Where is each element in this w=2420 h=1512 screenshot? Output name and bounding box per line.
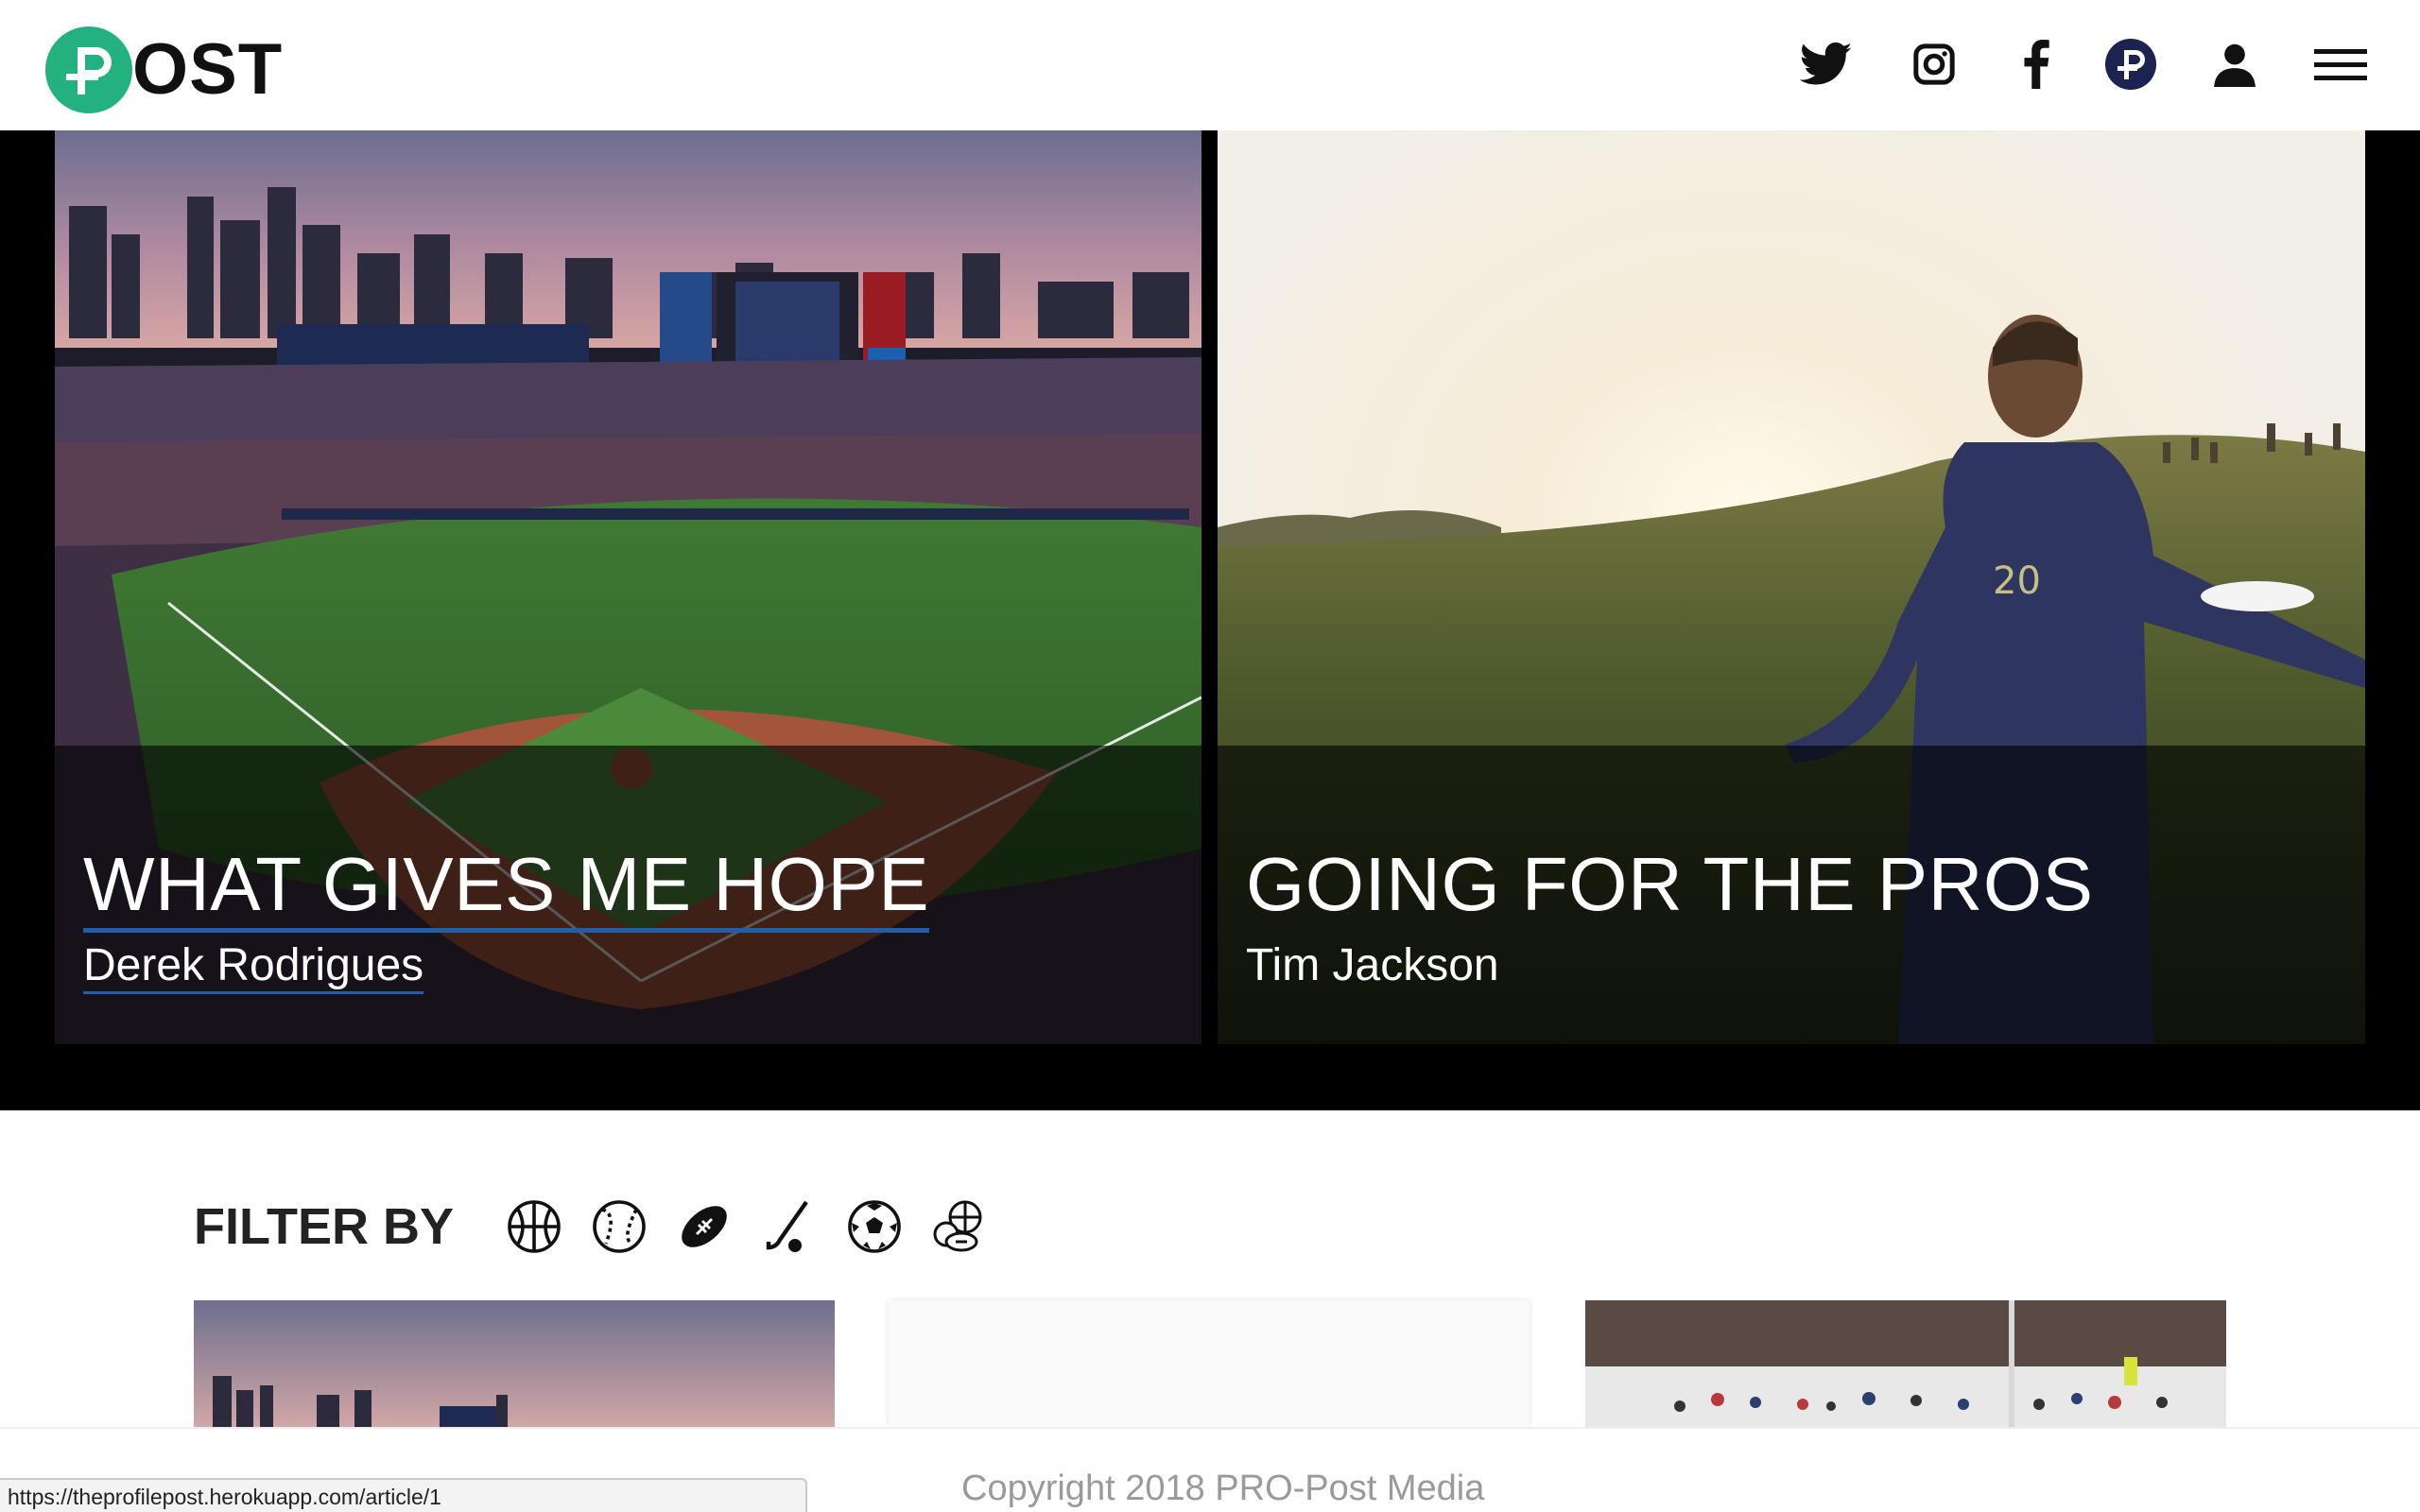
soccer-icon[interactable] (845, 1197, 904, 1256)
article-author-link[interactable]: Derek Rodrigues (83, 939, 424, 994)
featured-article-card[interactable]: WHAT GIVES ME HOPE Derek Rodrigues (55, 130, 1201, 1044)
site-header: OST (0, 0, 2420, 130)
football-icon[interactable] (675, 1197, 734, 1256)
article-thumbnail[interactable] (889, 1300, 1530, 1427)
article-title-link[interactable]: WHAT GIVES ME HOPE (83, 841, 930, 933)
basketball-icon[interactable] (505, 1197, 563, 1256)
post-logo-badge-icon (45, 26, 132, 113)
site-logo[interactable]: OST (45, 26, 283, 113)
article-author-link[interactable]: Tim Jackson (1246, 939, 1499, 991)
sport-filter: FILTER BY (194, 1193, 989, 1261)
menu-icon[interactable] (2312, 36, 2369, 93)
crowd-thumbnail-image (1585, 1300, 2226, 1427)
all-sports-icon[interactable] (930, 1197, 989, 1256)
post-logo-icon[interactable] (2102, 36, 2159, 93)
featured-article-card[interactable]: 20 GOING FOR THE PROS Tim Jackson (1218, 130, 2365, 1044)
svg-text:20: 20 (1993, 559, 2041, 603)
article-thumbnail[interactable] (194, 1300, 835, 1427)
baseball-icon[interactable] (590, 1197, 648, 1256)
logo-text: OST (132, 29, 284, 110)
instagram-icon[interactable] (1906, 36, 1962, 93)
filter-label: FILTER BY (194, 1198, 454, 1255)
featured-articles: WHAT GIVES ME HOPE Derek Rodrigues 20 GO… (0, 130, 2420, 1110)
stadium-thumbnail-image (194, 1300, 835, 1427)
hockey-icon[interactable] (760, 1197, 819, 1256)
user-icon[interactable] (2206, 36, 2263, 93)
status-url: https://theprofilepost.herokuapp.com/art… (8, 1485, 441, 1509)
article-title-link[interactable]: GOING FOR THE PROS (1246, 841, 2094, 928)
facebook-icon[interactable] (2008, 36, 2065, 93)
browser-status-bar: https://theprofilepost.herokuapp.com/art… (0, 1478, 807, 1512)
copyright-text: Copyright 2018 PRO-Post Media (961, 1469, 1485, 1508)
article-thumbnail[interactable] (1585, 1300, 2226, 1427)
twitter-icon[interactable] (1798, 36, 1855, 93)
